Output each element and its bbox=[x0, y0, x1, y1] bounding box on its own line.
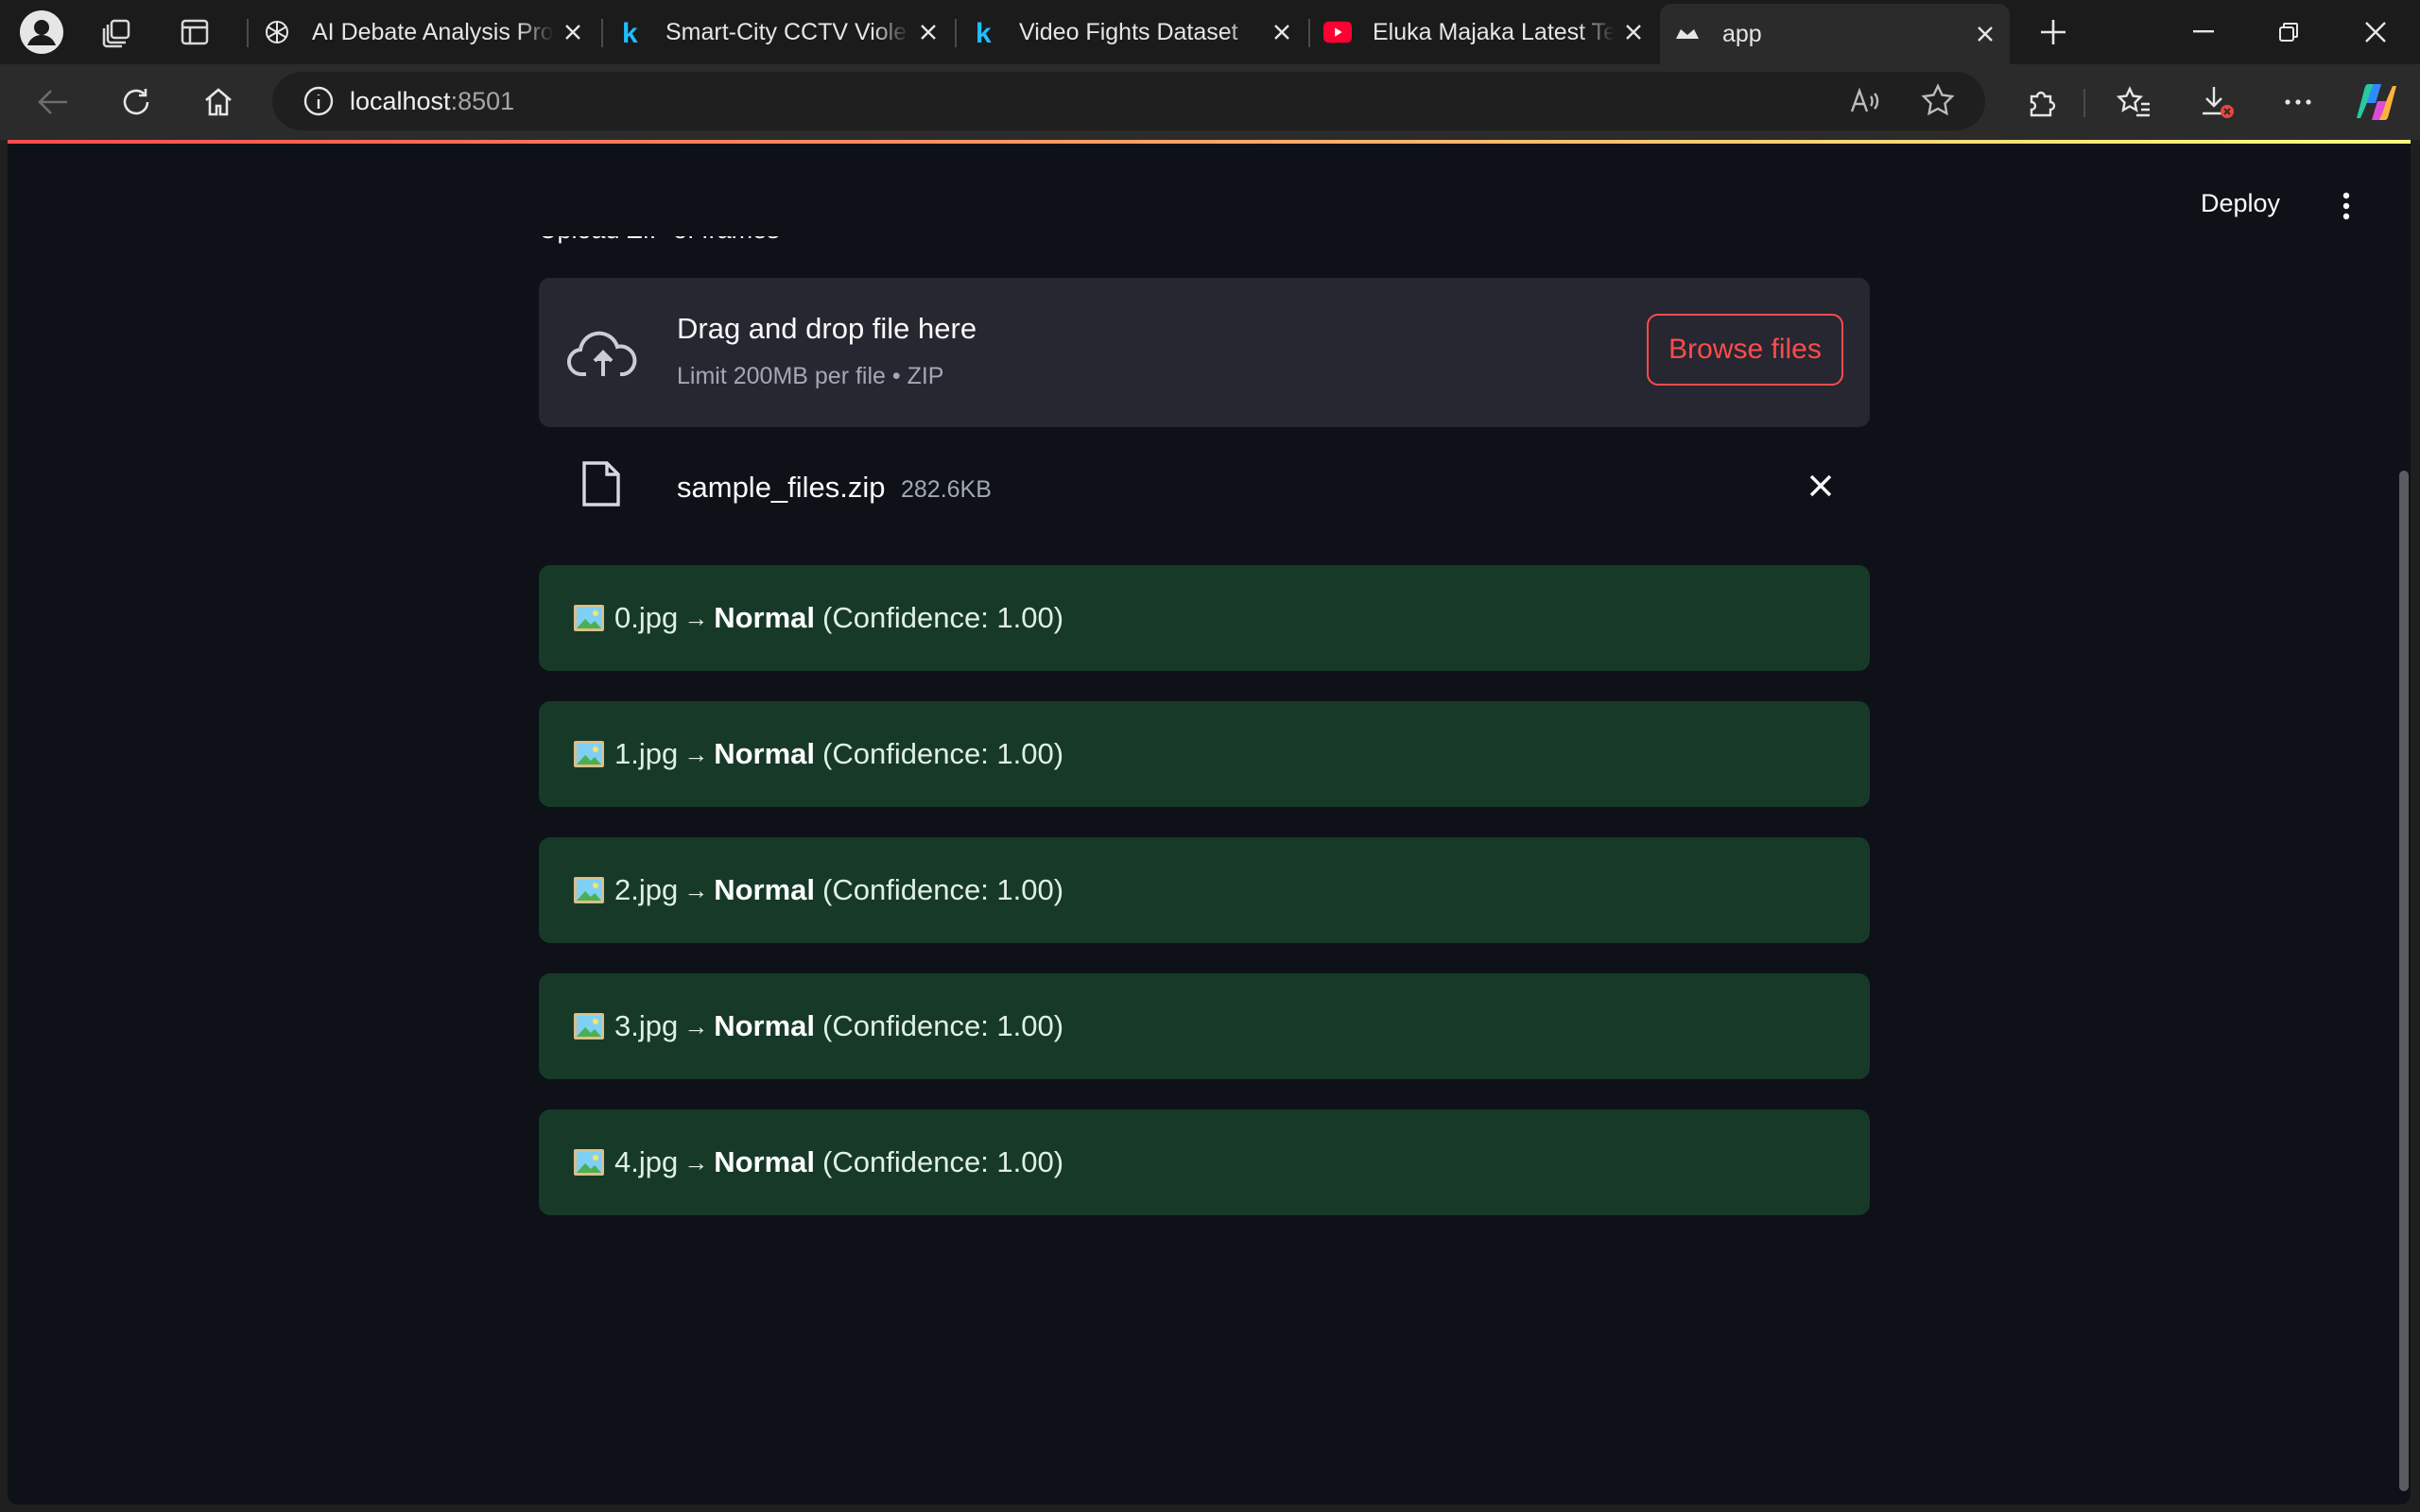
cloud-upload-icon bbox=[567, 331, 637, 377]
file-dropzone[interactable]: Drag and drop file here Limit 200MB per … bbox=[539, 278, 1870, 427]
window-close-icon[interactable] bbox=[2333, 0, 2418, 64]
result-confidence: (Confidence: 1.00) bbox=[822, 1145, 1064, 1178]
uploaded-file-size: 282.6KB bbox=[901, 476, 992, 503]
result-label: Normal bbox=[714, 601, 816, 634]
url-host: localhost bbox=[350, 86, 451, 115]
result-label: Normal bbox=[714, 873, 816, 906]
dropzone-limit: Limit 200MB per file • ZIP bbox=[677, 363, 944, 389]
result-label: Normal bbox=[714, 1145, 816, 1178]
uploader-label-clip: Upload ZIP of frames bbox=[539, 236, 1106, 255]
close-tab-icon[interactable] bbox=[1263, 13, 1301, 51]
tab-video-fights[interactable]: k Video Fights Dataset bbox=[957, 4, 1306, 60]
uploader-label: Upload ZIP of frames bbox=[539, 236, 780, 245]
settings-more-icon[interactable] bbox=[2272, 76, 2325, 129]
tab-ai-debate[interactable]: AI Debate Analysis Proje bbox=[250, 4, 597, 60]
close-tab-icon[interactable] bbox=[554, 13, 592, 51]
result-confidence: (Confidence: 1.00) bbox=[822, 601, 1064, 634]
result-confidence: (Confidence: 1.00) bbox=[822, 873, 1064, 906]
profile-avatar-icon[interactable] bbox=[17, 8, 66, 57]
tab-title: app bbox=[1722, 20, 1762, 47]
url-text: localhost:8501 bbox=[350, 87, 514, 116]
favorite-star-icon[interactable] bbox=[1921, 83, 1955, 122]
toolbar-separator bbox=[2083, 89, 2085, 117]
extensions-icon[interactable] bbox=[2014, 76, 2067, 129]
downloads-icon[interactable] bbox=[2191, 76, 2244, 129]
result-label: Normal bbox=[714, 1009, 816, 1042]
result-confidence: (Confidence: 1.00) bbox=[822, 737, 1064, 770]
tab-actions-icon[interactable] bbox=[170, 8, 219, 57]
tab-eluka-majaka[interactable]: Eluka Majaka Latest Telu bbox=[1310, 4, 1658, 60]
framed-picture-icon bbox=[573, 740, 605, 768]
url-port: :8501 bbox=[450, 86, 515, 115]
prediction-result: 0.jpg → Normal (Confidence: 1.00) bbox=[539, 565, 1870, 671]
favorites-icon[interactable] bbox=[2107, 76, 2160, 129]
restore-icon[interactable] bbox=[2246, 0, 2331, 64]
remove-file-icon[interactable] bbox=[1800, 465, 1841, 507]
workspaces-icon[interactable] bbox=[93, 8, 142, 57]
close-tab-icon[interactable] bbox=[1615, 13, 1652, 51]
streamlit-icon bbox=[1673, 20, 1702, 48]
new-tab-icon[interactable] bbox=[2029, 8, 2078, 57]
dropzone-title: Drag and drop file here bbox=[677, 312, 977, 345]
browse-files-button[interactable]: Browse files bbox=[1647, 314, 1843, 386]
openai-icon bbox=[263, 18, 291, 46]
tab-smart-city[interactable]: k Smart-City CCTV Violenc bbox=[603, 4, 953, 60]
result-filename: 1.jpg bbox=[614, 737, 679, 770]
file-icon bbox=[582, 461, 620, 507]
tab-title: Video Fights Dataset bbox=[1019, 18, 1238, 45]
minimize-icon[interactable] bbox=[2161, 0, 2246, 64]
deploy-button[interactable]: Deploy bbox=[2201, 189, 2280, 218]
home-icon[interactable] bbox=[192, 76, 245, 129]
framed-picture-icon bbox=[573, 876, 605, 904]
tab-title: Smart-City CCTV Violenc bbox=[666, 18, 909, 45]
tab-app-active[interactable]: app bbox=[1660, 4, 2010, 64]
svg-text:k: k bbox=[976, 18, 992, 46]
framed-picture-icon bbox=[573, 1148, 605, 1177]
prediction-result: 4.jpg → Normal (Confidence: 1.00) bbox=[539, 1109, 1870, 1215]
browser-tab-strip: AI Debate Analysis Proje k Smart-City CC… bbox=[0, 0, 2420, 64]
page-scrollbar[interactable] bbox=[2399, 471, 2409, 1491]
result-filename: 3.jpg bbox=[614, 1009, 679, 1042]
result-filename: 0.jpg bbox=[614, 601, 679, 634]
result-filename: 2.jpg bbox=[614, 873, 679, 906]
arrow-icon: → bbox=[683, 739, 709, 768]
prediction-result: 3.jpg → Normal (Confidence: 1.00) bbox=[539, 973, 1870, 1079]
arrow-icon: → bbox=[683, 1011, 709, 1040]
framed-picture-icon bbox=[573, 1012, 605, 1040]
arrow-icon: → bbox=[683, 1147, 709, 1177]
close-tab-icon[interactable] bbox=[909, 13, 947, 51]
back-icon[interactable] bbox=[26, 76, 79, 129]
result-filename: 4.jpg bbox=[614, 1145, 679, 1178]
result-label: Normal bbox=[714, 737, 816, 770]
main-menu-icon[interactable] bbox=[2327, 185, 2365, 227]
arrow-icon: → bbox=[683, 875, 709, 904]
tab-title: Eluka Majaka Latest Telu bbox=[1373, 18, 1615, 45]
prediction-result: 1.jpg → Normal (Confidence: 1.00) bbox=[539, 701, 1870, 807]
svg-text:k: k bbox=[622, 18, 638, 46]
framed-picture-icon bbox=[573, 604, 605, 632]
copilot-icon[interactable] bbox=[2350, 76, 2403, 129]
tab-separator bbox=[247, 19, 249, 47]
tab-title: AI Debate Analysis Proje bbox=[312, 18, 554, 45]
header-decoration-bar bbox=[8, 140, 2411, 144]
refresh-icon[interactable] bbox=[110, 76, 163, 129]
arrow-icon: → bbox=[683, 603, 709, 632]
result-confidence: (Confidence: 1.00) bbox=[822, 1009, 1064, 1042]
browser-toolbar: localhost:8501 bbox=[0, 64, 2420, 140]
uploaded-file-row: sample_files.zip 282.6KB bbox=[539, 442, 1870, 533]
uploaded-file-name: sample_files.zip bbox=[677, 471, 886, 504]
prediction-result: 2.jpg → Normal (Confidence: 1.00) bbox=[539, 837, 1870, 943]
streamlit-app-page: Deploy Upload ZIP of frames Drag and dro… bbox=[8, 140, 2411, 1504]
site-info-icon[interactable] bbox=[302, 85, 335, 117]
kaggle-icon: k bbox=[616, 18, 645, 46]
youtube-icon bbox=[1323, 18, 1352, 46]
read-aloud-icon[interactable] bbox=[1849, 85, 1881, 122]
address-bar[interactable]: localhost:8501 bbox=[272, 72, 1985, 130]
kaggle-icon: k bbox=[970, 18, 998, 46]
close-tab-icon[interactable] bbox=[1966, 15, 2004, 53]
